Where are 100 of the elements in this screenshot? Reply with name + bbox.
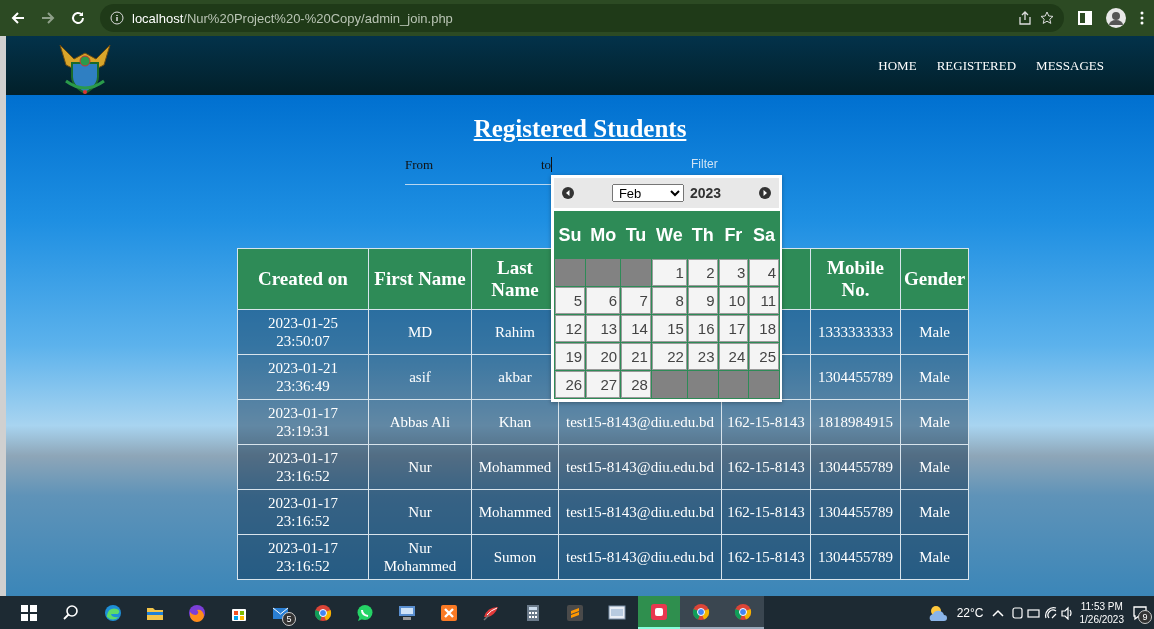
table-cell: 1304455789	[810, 489, 901, 535]
table-cell: 162-15-8143	[721, 444, 811, 490]
calendar-day[interactable]: 10	[718, 287, 749, 314]
calendar-day[interactable]: 11	[749, 287, 779, 314]
calendar-day[interactable]: 1	[651, 259, 687, 286]
notification-count: 9	[1138, 609, 1152, 624]
weekday-label: We	[655, 223, 684, 247]
calendar-day[interactable]: 28	[621, 371, 651, 398]
table-cell: Abbas Ali	[368, 399, 472, 445]
nav-link[interactable]: REGISTERED	[936, 57, 1017, 74]
calendar-day[interactable]: 22	[651, 343, 687, 370]
table-cell: Male	[900, 399, 969, 445]
table-cell: Khan	[471, 399, 559, 445]
table-cell: 2023-01-17 23:16:52	[237, 534, 369, 580]
calendar-day[interactable]: 4	[749, 259, 779, 286]
side-panel-icon[interactable]	[1078, 11, 1092, 25]
table-cell: 2023-01-21 23:36:49	[237, 354, 369, 400]
column-header: First Name	[368, 248, 472, 310]
table-cell: test15-8143@diu.edu.bd	[558, 534, 722, 580]
table-cell: Male	[900, 444, 969, 490]
calendar-day[interactable]: 12	[555, 315, 586, 342]
calendar-day[interactable]: 14	[621, 315, 651, 342]
table-cell: Male	[900, 534, 969, 580]
table-cell: Male	[900, 489, 969, 535]
month-select[interactable]: Feb	[611, 184, 684, 202]
table-cell: 1304455789	[810, 354, 901, 400]
calendar-day[interactable]: 16	[687, 315, 718, 342]
previous-month-icon[interactable]	[562, 187, 574, 199]
window-icon	[607, 602, 627, 623]
chat-bubble-icon	[355, 602, 375, 623]
calendar-day[interactable]: 20	[586, 343, 621, 370]
notification-icon[interactable]	[1132, 604, 1148, 621]
calendar-day[interactable]: 2	[687, 259, 718, 286]
reload-icon[interactable]	[70, 10, 86, 26]
table-cell: 2023-01-17 23:19:31	[237, 399, 369, 445]
calendar-day[interactable]: 9	[687, 287, 718, 314]
table-cell: 1304455789	[810, 534, 901, 580]
weekday-label: Su	[557, 223, 583, 247]
wheel-icon	[691, 601, 711, 622]
calendar-day[interactable]: 19	[555, 343, 586, 370]
square-app-icon	[649, 601, 669, 622]
calendar-day[interactable]: 26	[555, 371, 586, 398]
menu-icon[interactable]	[1140, 11, 1144, 25]
table-cell: 2023-01-17 23:16:52	[237, 444, 369, 490]
avatar-icon[interactable]	[1106, 8, 1126, 28]
calendar-day[interactable]: 17	[718, 315, 749, 342]
nav-link[interactable]: MESSAGES	[1036, 57, 1104, 74]
taskbar-app[interactable]: 5	[260, 596, 302, 629]
weekday-label: Th	[690, 223, 715, 247]
calendar-day[interactable]: 24	[718, 343, 749, 370]
clock[interactable]: 11:53 PM 1/26/2023	[1079, 599, 1124, 626]
to-date-field[interactable]	[551, 157, 555, 172]
next-month-icon[interactable]	[759, 187, 771, 199]
table-cell: Mohammed	[471, 489, 559, 535]
calendar-day[interactable]: 25	[749, 343, 779, 370]
calendar-day[interactable]: 5	[555, 287, 586, 314]
fox-icon	[187, 602, 207, 623]
star-icon[interactable]	[1040, 11, 1054, 25]
calendar-day[interactable]: 21	[621, 343, 651, 370]
table-cell: test15-8143@diu.edu.bd	[558, 444, 722, 490]
page-title: Registered Students	[473, 115, 687, 142]
table-cell: Mohammed	[471, 444, 559, 490]
calendar-day[interactable]: 13	[586, 315, 621, 342]
calendar-day[interactable]: 27	[586, 371, 621, 398]
calendar-day[interactable]: 3	[718, 259, 749, 286]
x-square-icon	[439, 602, 459, 623]
weekday-label: Mo	[589, 223, 618, 247]
forward-icon[interactable]	[40, 10, 56, 26]
caret-up-icon[interactable]	[991, 608, 1004, 617]
from-date-field[interactable]: From to	[405, 157, 551, 185]
table-cell: test15-8143@diu.edu.bd	[558, 489, 722, 535]
calendar-day[interactable]: 6	[586, 287, 621, 314]
back-icon[interactable]	[10, 10, 26, 26]
table-cell: 1818984915	[810, 399, 901, 445]
calendar-day[interactable]: 7	[621, 287, 651, 314]
table-cell: asif	[368, 354, 472, 400]
table-cell: Sumon	[471, 534, 559, 580]
calendar-day[interactable]: 18	[749, 315, 779, 342]
table-cell: MD	[368, 309, 472, 355]
table-cell: 162-15-8143	[721, 489, 811, 535]
weekday-label: Fr	[723, 223, 744, 247]
table-cell: 162-15-8143	[721, 399, 811, 445]
table-cell: Nur	[368, 444, 472, 490]
system-tray-icons[interactable]	[1011, 605, 1072, 620]
info-icon	[110, 11, 124, 25]
table-cell: Male	[900, 354, 969, 400]
table-cell: test15-8143@diu.edu.bd	[558, 399, 722, 445]
calendar-day[interactable]: 15	[651, 315, 687, 342]
nav-link[interactable]: HOME	[878, 57, 917, 74]
start-icon	[19, 602, 39, 623]
url-field[interactable]: localhost/Nur%20Project%20-%20Copy/admin_join.php	[132, 10, 453, 26]
table-cell: 1333333333	[810, 309, 901, 355]
calendar-day[interactable]: 23	[687, 343, 718, 370]
table-cell: 2023-01-25 23:50:07	[237, 309, 369, 355]
calendar-day[interactable]: 8	[651, 287, 687, 314]
wheel-icon	[733, 601, 753, 622]
column-header: Gender	[900, 248, 969, 310]
share-icon[interactable]	[1018, 11, 1032, 25]
column-header: Created on	[237, 248, 369, 310]
column-header: Mobile No.	[810, 248, 901, 310]
